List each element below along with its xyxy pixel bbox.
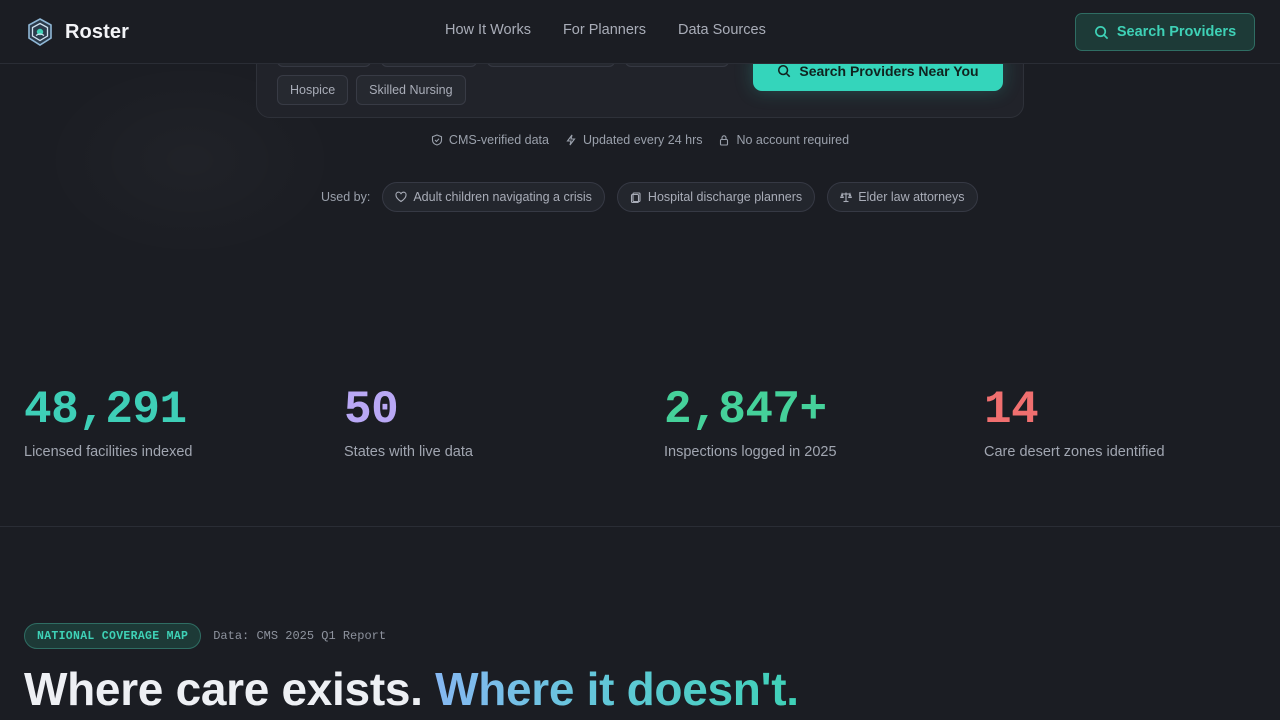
used-by-chip-discharge-planners: Hospital discharge planners xyxy=(616,182,816,212)
coverage-map-badge: NATIONAL COVERAGE MAP xyxy=(24,623,202,649)
search-icon xyxy=(1094,25,1109,39)
brand-name: Roster xyxy=(65,20,129,43)
care-type-chip-hospice[interactable]: Hospice xyxy=(277,75,349,105)
title-part-2: Where it doesn't. xyxy=(435,663,799,715)
stat-value: 50 xyxy=(344,384,399,436)
top-nav: Roster How It Works For Planners Data So… xyxy=(0,0,1280,64)
coverage-map-header: NATIONAL COVERAGE MAP Data: CMS 2025 Q1 … xyxy=(24,623,386,649)
stat-states: 50 States with live data xyxy=(344,385,473,460)
trust-item-updated: Updated every 24 hrs xyxy=(565,133,703,147)
coverage-map-source: Data: CMS 2025 Q1 Report xyxy=(213,629,387,643)
stat-value: 48,291 xyxy=(24,384,187,436)
used-by-chip-label: Elder law attorneys xyxy=(858,190,965,204)
used-by-chip-elder-law: Elder law attorneys xyxy=(827,182,978,212)
stat-label: Licensed facilities indexed xyxy=(24,444,193,460)
lock-icon xyxy=(720,135,729,146)
heart-icon xyxy=(395,191,407,203)
used-by-chip-label: Adult children navigating a crisis xyxy=(413,190,592,204)
stat-label: States with live data xyxy=(344,444,473,460)
stats-row: 48,291 Licensed facilities indexed 50 St… xyxy=(24,385,1264,475)
trust-item-cms: CMS-verified data xyxy=(431,133,549,147)
trust-indicators: CMS-verified data Updated every 24 hrs N… xyxy=(0,133,1280,147)
search-providers-label: Search Providers xyxy=(1116,24,1237,40)
search-providers-button[interactable]: Search Providers xyxy=(1075,13,1255,51)
shield-check-icon xyxy=(431,134,442,146)
shield-logo-icon xyxy=(28,18,52,46)
stat-value: 2,847+ xyxy=(664,384,827,436)
brand[interactable]: Roster xyxy=(25,16,129,48)
trust-label: No account required xyxy=(736,133,850,147)
nav-link-data-sources[interactable]: Data Sources xyxy=(678,22,766,38)
stat-care-deserts: 14 Care desert zones identified xyxy=(984,385,1165,460)
search-icon xyxy=(778,64,791,78)
search-button-label: Search Providers Near You xyxy=(799,63,979,79)
section-divider xyxy=(0,526,1280,527)
scales-icon xyxy=(840,192,853,203)
coverage-map-title: Where care exists. Where it doesn't. xyxy=(24,662,799,716)
nav-link-for-planners[interactable]: For Planners xyxy=(563,22,646,38)
trust-label: CMS-verified data xyxy=(448,133,549,147)
lightning-icon xyxy=(566,134,576,146)
trust-item-no-account: No account required xyxy=(718,133,849,147)
used-by-row: Used by: Adult children navigating a cri… xyxy=(321,182,978,212)
used-by-chip-label: Hospital discharge planners xyxy=(647,190,803,204)
used-by-chip-adult-children: Adult children navigating a crisis xyxy=(382,182,605,212)
nav-links: How It Works For Planners Data Sources xyxy=(445,22,766,38)
nav-link-how-it-works[interactable]: How It Works xyxy=(445,22,531,38)
clipboard-icon xyxy=(630,192,641,203)
used-by-label: Used by: xyxy=(321,190,371,204)
stat-inspections: 2,847+ Inspections logged in 2025 xyxy=(664,385,837,460)
care-type-chip-skilled-nursing[interactable]: Skilled Nursing xyxy=(356,75,466,105)
stat-label: Care desert zones identified xyxy=(984,444,1165,460)
stat-label: Inspections logged in 2025 xyxy=(664,444,837,460)
stat-value: 14 xyxy=(984,384,1039,436)
care-type-chips: Hospice Skilled Nursing xyxy=(277,75,466,105)
title-part-1: Where care exists. xyxy=(24,663,423,715)
trust-label: Updated every 24 hrs xyxy=(582,133,703,147)
stat-facilities: 48,291 Licensed facilities indexed xyxy=(24,385,192,460)
